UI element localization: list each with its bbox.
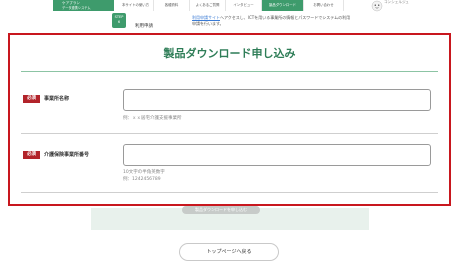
- back-to-top-button[interactable]: トップページへ戻る: [179, 243, 279, 261]
- step-description: 利用申請サイトへアクセスし、ICTを用いる事業所の情報とパスワードでシステムの利…: [192, 15, 352, 27]
- download-form-panel: 製品ダウンロード申し込み 必須 事業所名称 例：ｘｘ居宅介護支援事業所 必須 介…: [8, 33, 451, 206]
- field-divider: [21, 192, 438, 193]
- business-name-label: 事業所名称: [44, 96, 70, 102]
- required-badge: 必須: [23, 151, 40, 159]
- care-insurance-number-example: 例：1242456789: [123, 177, 161, 182]
- business-name-hint: 例：ｘｘ居宅介護支援事業所: [123, 116, 182, 121]
- required-badge: 必須: [23, 95, 40, 103]
- main-nav: 本サイトの使い方 各種資料 よくあるご質問 インタビュー 製品ダウンロード お問…: [118, 0, 344, 11]
- nav-item-interview[interactable]: インタビュー: [226, 0, 262, 11]
- step-badge: STEP 6: [112, 13, 126, 28]
- nav-item-product-download[interactable]: 製品ダウンロード: [262, 0, 304, 11]
- nav-item-how-to-use[interactable]: 本サイトの使い方: [118, 0, 154, 11]
- step-title: 利用申請: [135, 24, 153, 29]
- nav-item-documents[interactable]: 各種資料: [154, 0, 190, 11]
- site-header: ケアプラン データ連携システム 本サイトの使い方 各種資料 よくあるご質問 イン…: [0, 0, 459, 12]
- care-insurance-number-hint: 10文字の半角英数字: [123, 170, 165, 175]
- care-insurance-number-input[interactable]: [123, 144, 431, 166]
- step-row: STEP 6 利用申請 利用申請サイトへアクセスし、ICTを用いる事業所の情報と…: [60, 13, 420, 33]
- step-number: 6: [117, 19, 121, 24]
- nav-item-contact[interactable]: お問い合わせ: [304, 0, 344, 11]
- logo-line2: データ連携システム: [62, 5, 91, 10]
- concierge-label[interactable]: コンシェルジュ: [384, 0, 409, 5]
- mascot-icon[interactable]: [371, 0, 383, 12]
- care-insurance-number-label: 介護保険事業所番号: [44, 152, 90, 158]
- application-site-link[interactable]: 利用申請サイト: [192, 15, 220, 20]
- nav-item-faq[interactable]: よくあるご質問: [190, 0, 226, 11]
- form-title: 製品ダウンロード申し込み: [163, 47, 296, 60]
- business-name-input[interactable]: [123, 89, 431, 111]
- field-divider: [21, 133, 438, 134]
- site-logo[interactable]: ケアプラン データ連携システム: [53, 0, 114, 11]
- submit-button[interactable]: 製品ダウンロードを申し込む: [182, 206, 260, 214]
- title-divider: [21, 71, 438, 72]
